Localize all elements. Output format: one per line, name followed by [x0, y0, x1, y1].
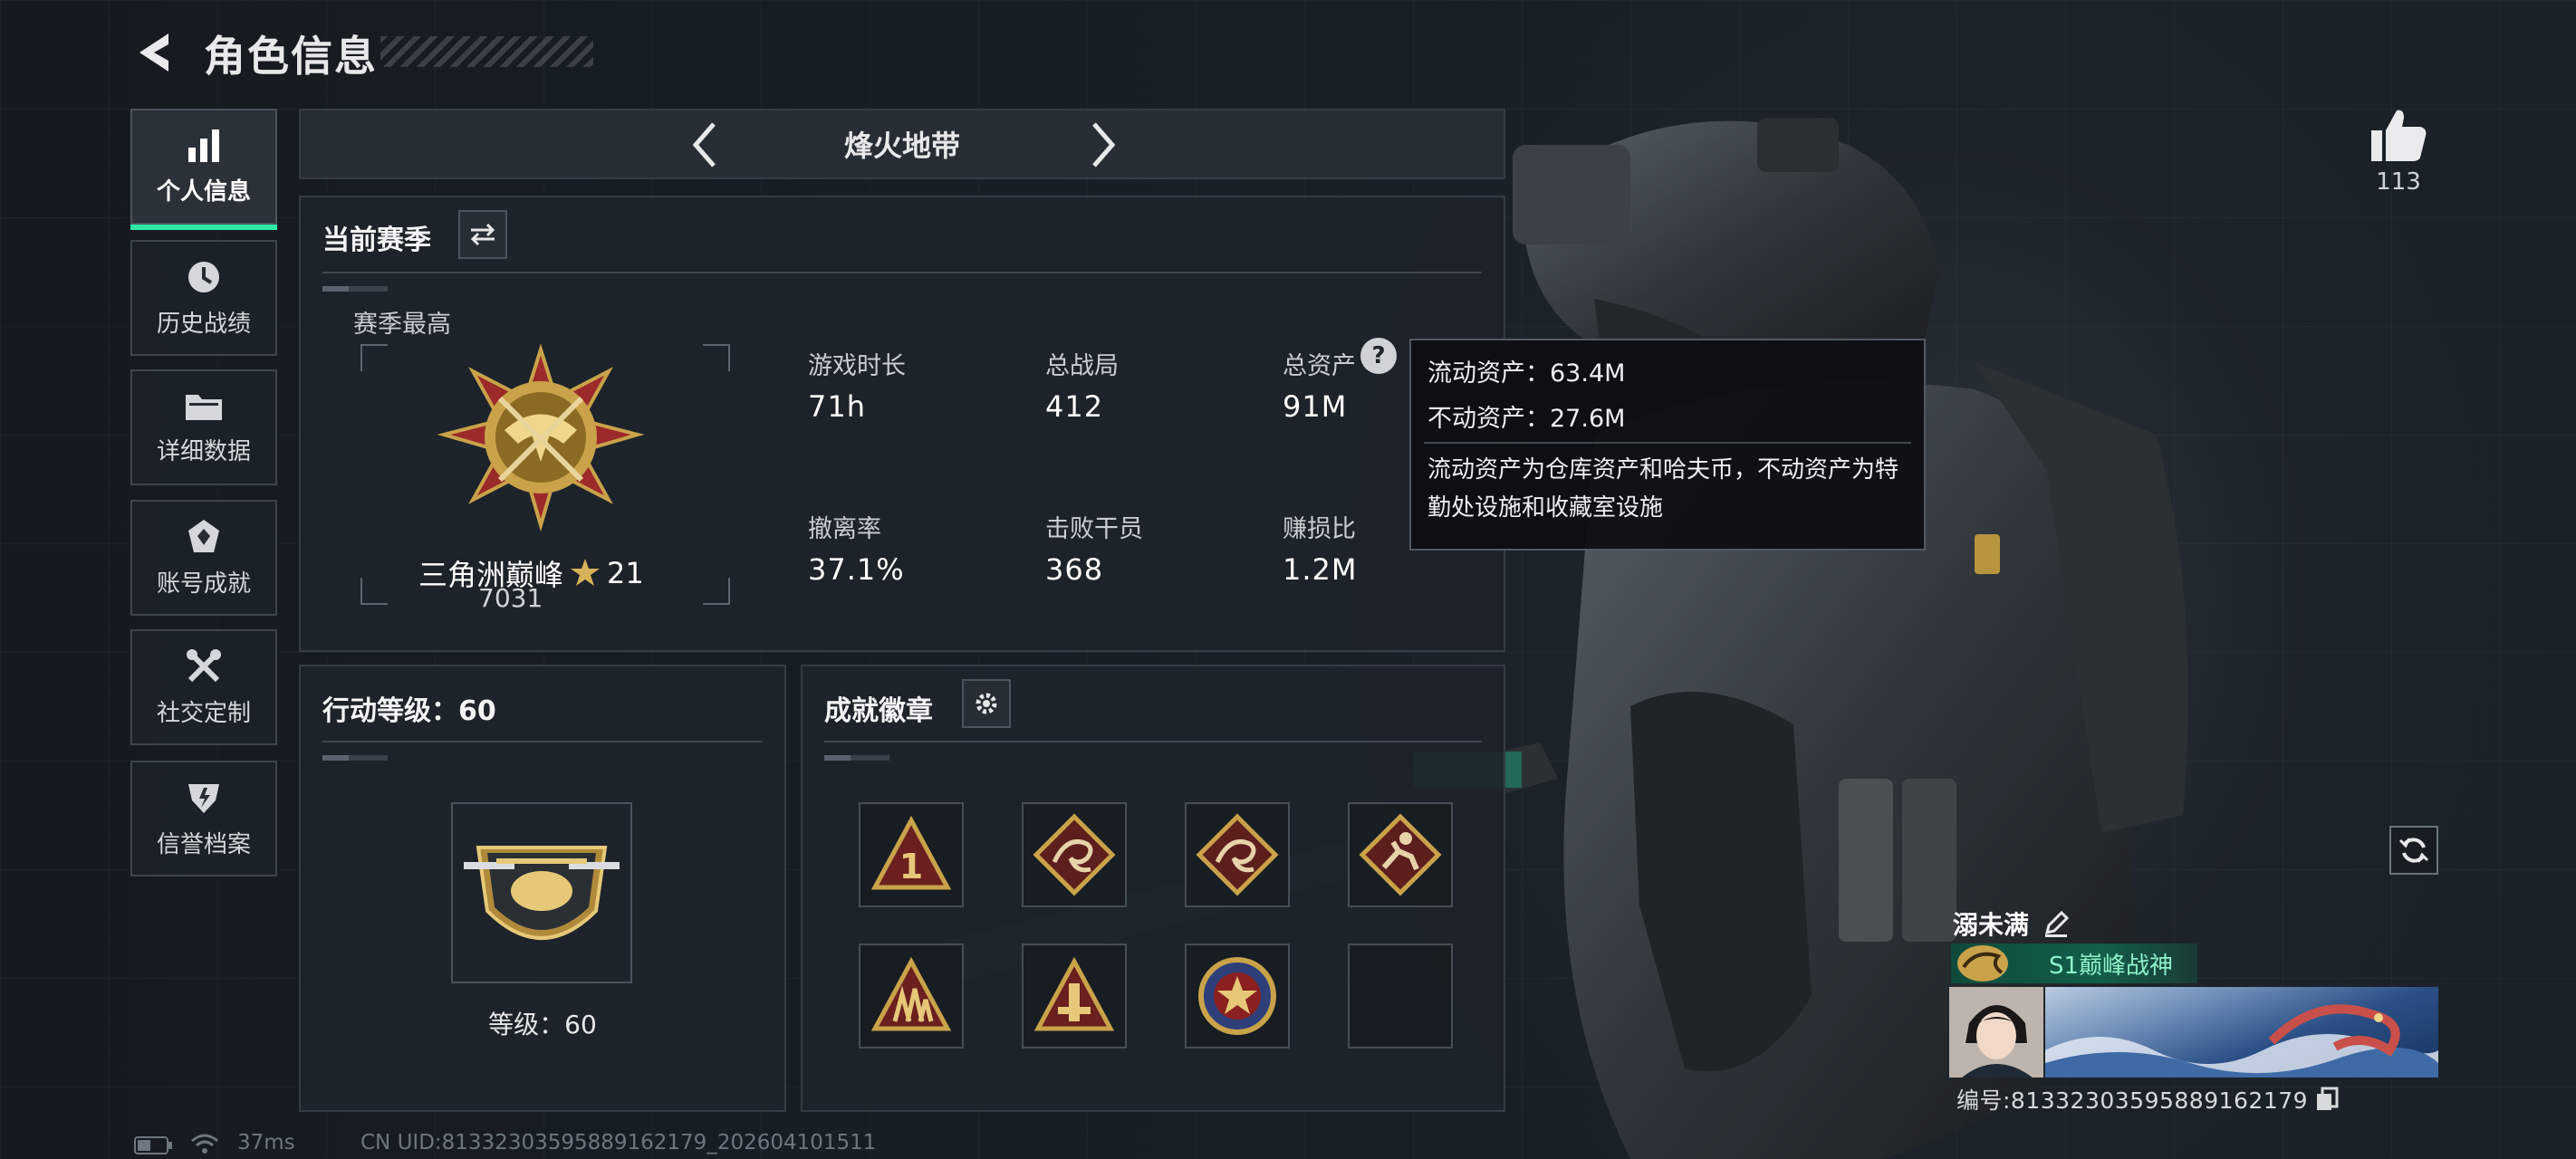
tower-badge-icon	[1033, 956, 1115, 1031]
sidebar-item-achievements[interactable]: 账号成就	[130, 500, 277, 616]
refresh-icon	[2398, 838, 2429, 863]
like-count: 113	[2376, 168, 2421, 196]
stat-label-total-matches: 总战局	[1045, 352, 1119, 380]
player-title: S1巅峰战神	[2049, 953, 2174, 980]
sidebar-item-detailed-data[interactable]: 详细数据	[130, 369, 277, 485]
bar-chart-icon	[188, 129, 219, 162]
tooltip-fixed-assets: 不动资产：27.6M	[1427, 405, 1626, 433]
tooltip-liquid-assets: 流动资产：63.4M	[1427, 359, 1626, 388]
dragon-title-icon	[1957, 945, 2008, 982]
action-level-title: 行动等级：60	[322, 695, 496, 727]
sidebar-item-personal-info[interactable]: 个人信息	[130, 109, 277, 230]
action-level-panel: 行动等级：60 等级：60	[299, 665, 786, 1112]
avatar[interactable]	[1949, 987, 2043, 1078]
thumbs-up-icon[interactable]	[2366, 105, 2429, 165]
squad-badge-icon	[870, 956, 952, 1031]
sidebar-item-label: 社交定制	[156, 699, 251, 727]
mode-next-button[interactable]	[1081, 118, 1127, 172]
sidebar-item-label: 详细数据	[156, 437, 251, 465]
copy-icon[interactable]	[2315, 1087, 2339, 1112]
battery-icon	[134, 1136, 172, 1154]
wifi-icon	[191, 1134, 218, 1154]
achievement-badge[interactable]	[1022, 943, 1127, 1049]
achievement-icon	[188, 519, 219, 552]
achievement-empty-slot[interactable]	[1348, 943, 1453, 1049]
page-title: 角色信息	[204, 32, 378, 81]
stat-value-playtime: 71h	[808, 389, 866, 424]
stat-label-profit-ratio: 赚损比	[1283, 515, 1356, 543]
sidebar-item-label: 历史战绩	[156, 310, 251, 338]
svg-text:1: 1	[899, 847, 923, 886]
status-uid-text: CN UID:81332303595889162179_202604101511	[360, 1131, 877, 1154]
swap-icon	[470, 223, 495, 246]
stat-value-operators-defeated: 368	[1045, 552, 1104, 587]
rank-stars: 21	[607, 556, 644, 590]
player-name: 溺未满	[1953, 910, 2030, 940]
season-best-label: 赛季最高	[353, 311, 451, 339]
sidebar-item-history[interactable]: 历史战绩	[130, 240, 277, 356]
achievements-title: 成就徽章	[824, 695, 933, 727]
chevron-right-icon	[1092, 122, 1116, 168]
folder-icon	[186, 394, 222, 420]
dragon-badge-icon	[1033, 813, 1116, 896]
chevron-left-icon	[139, 34, 168, 72]
mode-selector: 烽火地带	[299, 109, 1505, 179]
stat-label-operators-defeated: 击败干员	[1045, 515, 1143, 543]
helicopter-emblem-icon	[464, 846, 620, 940]
sidebar-item-reputation[interactable]: 信誉档案	[130, 761, 277, 876]
player-name-row: 溺未满	[1953, 905, 2071, 942]
achievement-badge[interactable]	[1185, 943, 1290, 1049]
action-level-text: 等级：60	[488, 1010, 597, 1039]
stat-value-total-assets: 91M	[1283, 389, 1348, 424]
clock-icon	[188, 261, 219, 292]
player-id-row: 编号:8133230359588916217​9	[1956, 1083, 2339, 1116]
assets-tooltip: 流动资产：63.4M 不动资产：27.6M 流动资产为仓库资产和哈夫币，不动资产…	[1409, 339, 1926, 551]
sidebar-item-label: 信誉档案	[156, 830, 251, 858]
achievements-settings-button[interactable]	[962, 679, 1011, 728]
triangle-one-badge-icon: 1	[870, 815, 952, 890]
stat-label-total-assets: 总资产	[1283, 352, 1356, 380]
mode-name: 烽火地带	[843, 129, 960, 163]
stat-value-profit-ratio: 1.2M	[1283, 552, 1358, 587]
back-button[interactable]	[127, 27, 181, 78]
sidebar-item-label: 账号成就	[156, 570, 251, 598]
stat-label-playtime: 游戏时长	[808, 352, 906, 380]
tools-icon	[187, 648, 221, 682]
sidebar-item-social[interactable]: 社交定制	[130, 629, 277, 745]
season-switch-button[interactable]	[458, 210, 507, 259]
achievement-badge[interactable]	[1348, 802, 1453, 907]
star-icon	[571, 559, 601, 586]
runner-badge-icon	[1359, 813, 1442, 896]
achievement-badge[interactable]: 1	[859, 802, 964, 907]
season-title: 当前赛季	[322, 225, 431, 256]
stat-value-extract-rate: 37.1%	[808, 552, 905, 587]
total-assets-help-icon[interactable]: ?	[1360, 338, 1397, 374]
tooltip-description: 流动资产为仓库资产和哈夫币，不动资产为特勤处设施和收藏室设施	[1427, 456, 1899, 522]
gear-icon	[976, 693, 997, 714]
season-panel: 当前赛季 赛季最高 三角洲巅峰 21 7031 游戏时长 71h 总战局 412…	[299, 196, 1505, 652]
rank-emblem-icon	[437, 344, 645, 532]
achievement-badge[interactable]	[1022, 802, 1127, 907]
sidebar-item-label: 个人信息	[156, 177, 251, 206]
dragon-wave-banner-icon	[2045, 1004, 2438, 1078]
achievement-badge[interactable]	[1185, 802, 1290, 907]
ping-text: 37ms	[237, 1131, 295, 1154]
dragon-badge-icon	[1196, 813, 1279, 896]
player-banner	[2045, 987, 2438, 1078]
rank-score: 7031	[478, 583, 543, 613]
star-roundel-badge-icon	[1198, 957, 1276, 1035]
title-decoration	[380, 36, 593, 67]
achievements-panel: 成就徽章 1	[801, 665, 1505, 1112]
stat-label-extract-rate: 撤离率	[808, 515, 881, 543]
player-id: 编号:8133230359588916217​9	[1956, 1087, 2309, 1114]
avatar-portrait-icon	[1949, 987, 2043, 1078]
edit-icon[interactable]	[2042, 909, 2071, 938]
achievement-badge[interactable]	[859, 943, 964, 1049]
stat-value-total-matches: 412	[1045, 389, 1104, 424]
refresh-button[interactable]	[2389, 826, 2438, 875]
shield-icon	[188, 783, 219, 813]
